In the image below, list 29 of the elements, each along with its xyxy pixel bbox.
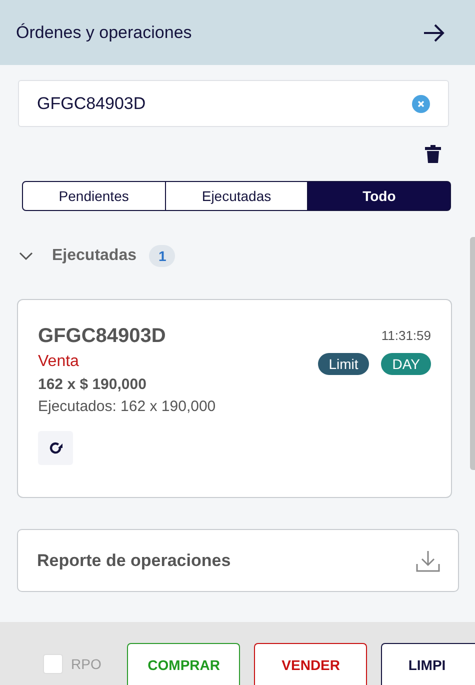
order-symbol: GFGC84903D	[38, 325, 167, 348]
section-title: Ejecutadas	[52, 247, 136, 265]
sell-button[interactable]: VENDER	[254, 643, 368, 685]
clear-icon[interactable]	[412, 94, 430, 112]
search-field[interactable]: GFGC84903D	[18, 80, 449, 127]
order-tag: DAY	[381, 353, 431, 375]
scrollbar[interactable]	[470, 237, 475, 470]
count-badge: 1	[149, 245, 176, 267]
executed-text: Ejecutados: 162 x 190,000	[38, 398, 216, 415]
buy-button[interactable]: COMPRAR	[127, 643, 240, 685]
download-icon[interactable]	[416, 550, 440, 572]
report-card[interactable]: Reporte de operaciones	[17, 529, 459, 592]
chevron-icon[interactable]	[19, 252, 33, 260]
order-time: 11:31:59	[381, 328, 431, 343]
clear-button[interactable]: LIMPI	[381, 643, 475, 685]
order-quantity-price: 162 x $ 190,000	[38, 376, 148, 393]
trash-icon[interactable]	[425, 145, 441, 163]
order-tag: Limit	[318, 353, 370, 375]
panel-title: Órdenes y operaciones	[16, 22, 192, 42]
rpo-label: RPO	[71, 656, 102, 672]
filter-tab[interactable]: Todo	[308, 181, 452, 211]
order-side: Venta	[38, 353, 80, 371]
report-title: Reporte de operaciones	[37, 550, 231, 570]
filter-tab[interactable]: Ejecutadas	[166, 181, 308, 211]
rpo-checkbox[interactable]	[43, 654, 63, 674]
filter-tab[interactable]: Pendientes	[22, 181, 166, 211]
repeat-button[interactable]	[38, 431, 73, 465]
arrow-right-icon[interactable]	[423, 24, 445, 42]
refresh-icon	[48, 441, 62, 455]
